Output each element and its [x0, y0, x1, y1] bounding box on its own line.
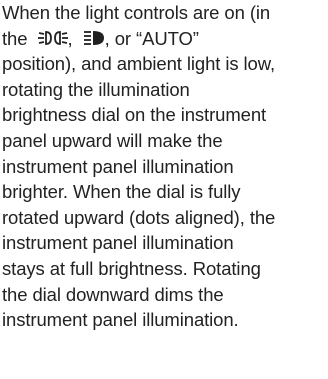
- paragraph-line-4: brightness dial on the instrument: [2, 104, 267, 126]
- paragraph-line-11: the dial downward dims the: [2, 283, 224, 305]
- line-prefix-text: the: [2, 27, 28, 49]
- parking-light-icon: [37, 29, 68, 47]
- paragraph-line-9: instrument panel illumination: [2, 232, 234, 254]
- paragraph-line-12: instrument panel illumination.: [2, 309, 239, 331]
- headlight-icon: [83, 29, 105, 47]
- paragraph-line-3: rotating the illumination: [2, 78, 190, 100]
- paragraph-line-5: panel upward will make the: [2, 129, 223, 151]
- paragraph-line-2: position), and ambient light is low,: [2, 53, 276, 75]
- paragraph-line-symbols: the , , or “AUTO”: [2, 26, 322, 52]
- paragraph-line-10: stays at full brightness. Rotating: [2, 257, 261, 279]
- comma-separator: ,: [67, 27, 73, 49]
- paragraph-line-8: rotated upward (dots aligned), the: [2, 206, 276, 228]
- paragraph-line-6: instrument panel illumination: [2, 155, 234, 177]
- instruction-paragraph: When the light controls are on (in the ,: [0, 0, 328, 333]
- paragraph-line-1: When the light controls are on (in: [2, 2, 271, 23]
- auto-position-text: , or “AUTO”: [104, 27, 199, 49]
- paragraph-line-7: brighter. When the dial is fully: [2, 181, 241, 203]
